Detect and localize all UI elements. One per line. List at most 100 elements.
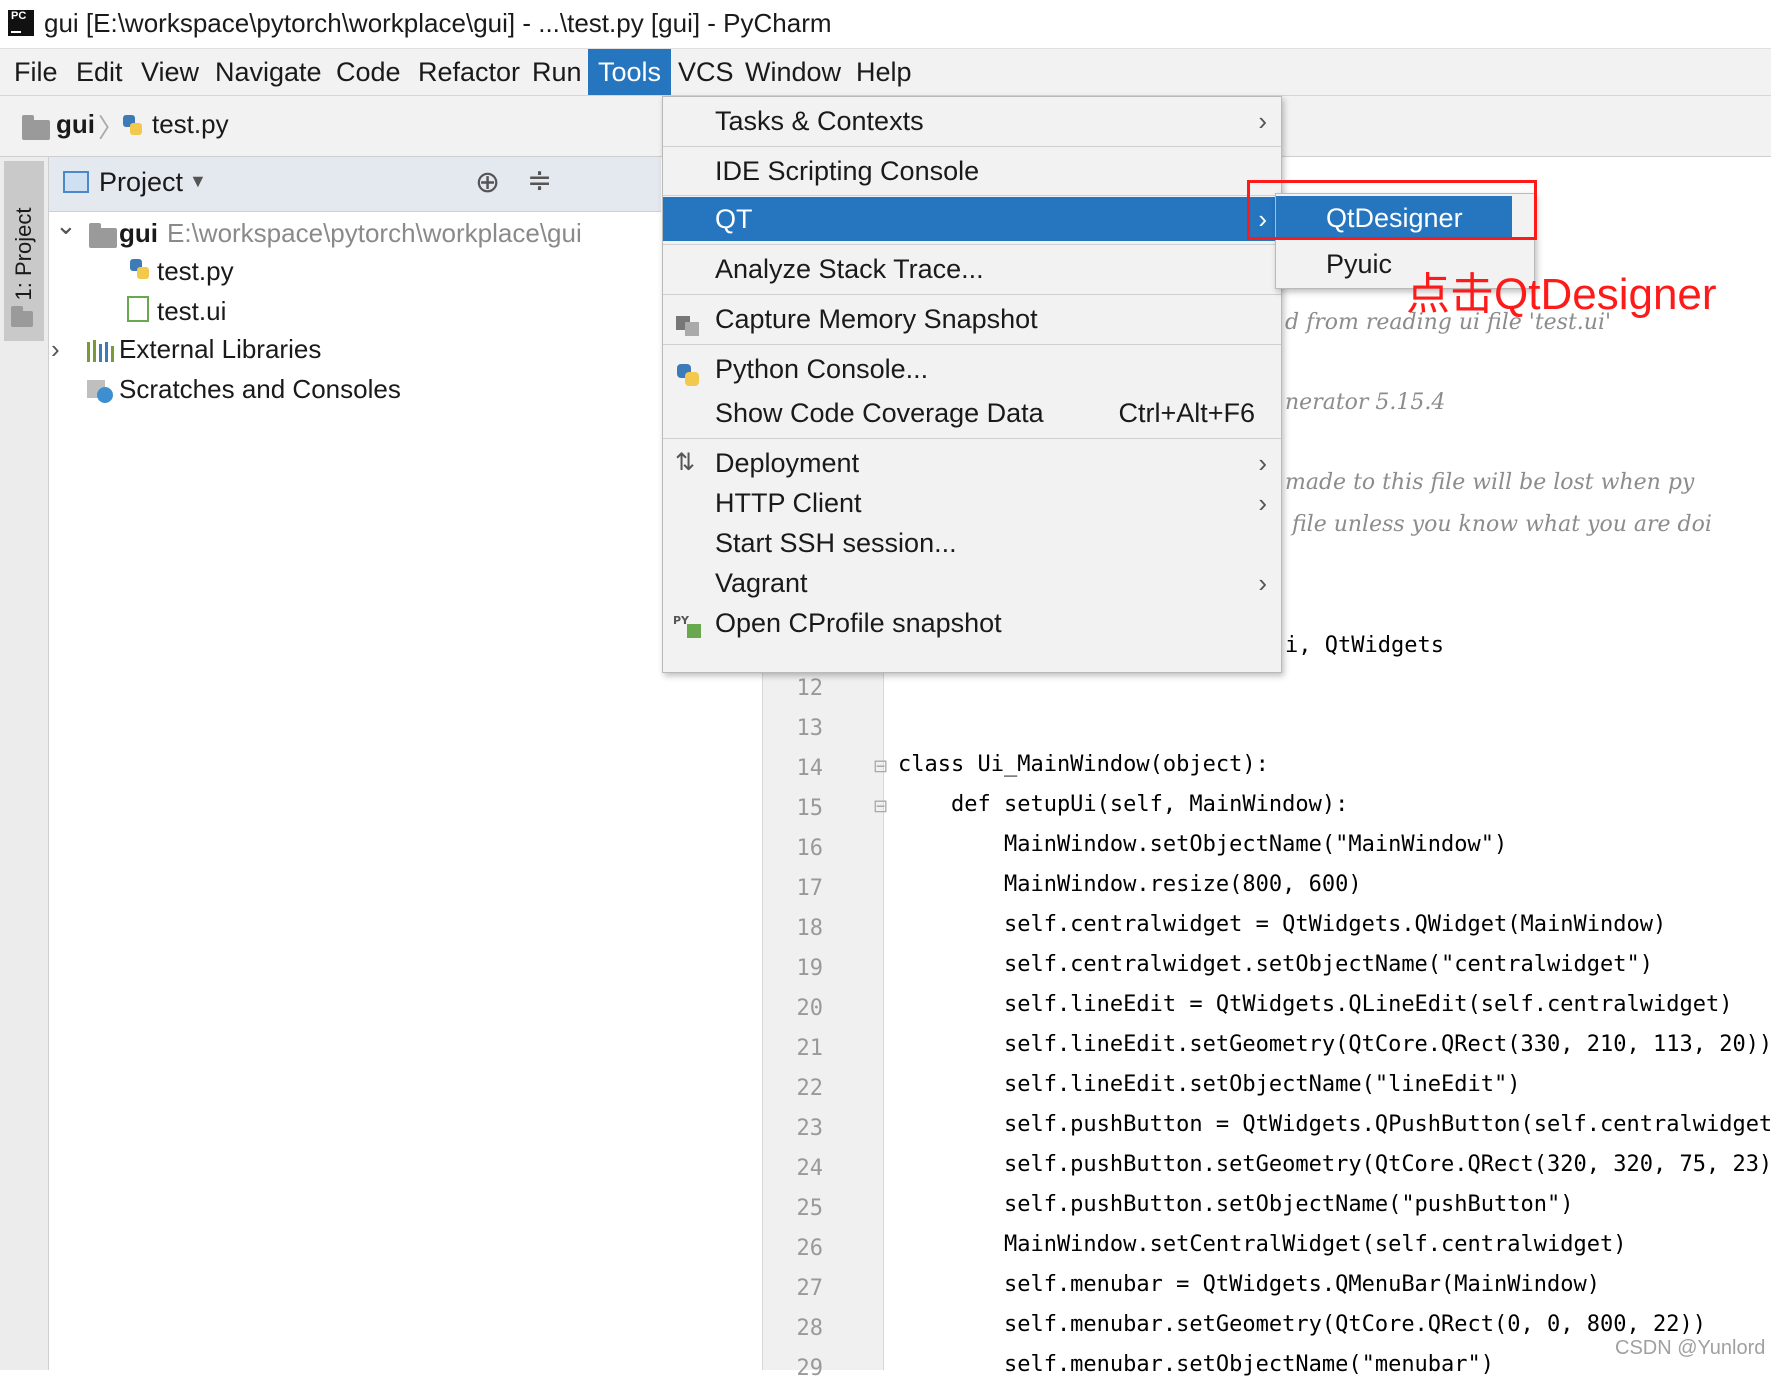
code-line: self.menubar.setGeometry(QtCore.QRect(0,…: [898, 1312, 1706, 1337]
tree-item-external-libraries[interactable]: External Libraries: [119, 334, 321, 365]
menu-navigate[interactable]: Navigate: [205, 49, 332, 95]
menu-item-http-client[interactable]: HTTP Client ›: [663, 481, 1281, 525]
code-line: self.centralwidget = QtWidgets.QWidget(M…: [898, 912, 1667, 937]
menu-item-label: Deployment: [715, 448, 860, 478]
python-icon: [675, 357, 701, 386]
menu-separator: [663, 344, 1281, 345]
menu-item-label: Tasks & Contexts: [715, 106, 924, 136]
tree-root-path: E:\workspace\pytorch\workplace\gui: [167, 218, 582, 248]
collapse-all-icon[interactable]: ≑: [527, 163, 552, 198]
editor-gutter: 12 13 14 15 16 17 18 19 20 21 22 23 24 2…: [762, 660, 888, 1381]
code-line: MainWindow.resize(800, 600): [898, 872, 1362, 897]
menu-separator: [663, 294, 1281, 295]
folder-icon: [11, 306, 33, 327]
menu-item-ide-scripting-console[interactable]: IDE Scripting Console: [663, 149, 1281, 193]
tree-item-test-ui[interactable]: test.ui: [157, 296, 226, 327]
menu-code[interactable]: Code: [326, 49, 411, 95]
code-line: MainWindow.setObjectName("MainWindow"): [898, 832, 1508, 857]
menu-file[interactable]: File: [4, 49, 68, 95]
deployment-icon: ⇅: [675, 449, 696, 476]
menu-view[interactable]: View: [131, 49, 209, 95]
menu-separator: [663, 438, 1281, 439]
line-number: 20: [796, 996, 824, 1021]
code-line: self.menubar = QtWidgets.QMenuBar(MainWi…: [898, 1272, 1600, 1297]
menu-item-start-ssh-session[interactable]: Start SSH session...: [663, 521, 1281, 565]
line-number: 23: [796, 1116, 824, 1141]
code-comment: nerator 5.15.4: [1285, 390, 1446, 415]
tree-item-test-py[interactable]: test.py: [157, 256, 234, 287]
menu-vcs[interactable]: VCS: [668, 49, 744, 95]
project-tree: ⌄ gui E:\workspace\pytorch\workplace\gui…: [49, 210, 661, 1370]
line-number: 25: [796, 1196, 824, 1221]
breadcrumb-separator-icon: 〉: [98, 113, 125, 143]
scratches-icon: [87, 380, 115, 404]
menu-item-label: Open CProfile snapshot: [715, 608, 1002, 638]
code-line: self.pushButton = QtWidgets.QPushButton(…: [898, 1112, 1771, 1137]
menu-edit[interactable]: Edit: [66, 49, 133, 95]
menu-tools[interactable]: Tools: [588, 49, 672, 95]
menu-item-label: Capture Memory Snapshot: [715, 304, 1038, 334]
tree-root-name[interactable]: gui: [119, 218, 158, 249]
chevron-down-icon[interactable]: ▼: [189, 171, 207, 192]
code-fragment: i, QtWidgets: [1285, 633, 1444, 658]
code-line: def setupUi(self, MainWindow):: [898, 792, 1349, 817]
menu-item-show-code-coverage[interactable]: Show Code Coverage Data Ctrl+Alt+F6: [663, 391, 1281, 435]
watermark: CSDN @Yunlord: [1615, 1337, 1766, 1359]
line-number: 17: [796, 876, 824, 901]
menu-item-analyze-stack-trace[interactable]: Analyze Stack Trace...: [663, 247, 1281, 291]
line-number: 29: [796, 1356, 824, 1381]
chevron-right-icon: ›: [1258, 448, 1267, 478]
menu-bar: File Edit View Navigate Code Refactor Ru…: [0, 49, 1771, 96]
line-number: 21: [796, 1036, 824, 1061]
line-number: 22: [796, 1076, 824, 1101]
fold-icon[interactable]: ⊟: [873, 796, 888, 817]
menu-run[interactable]: Run: [522, 49, 592, 95]
menu-help[interactable]: Help: [846, 49, 922, 95]
menu-item-label: Vagrant: [715, 568, 808, 598]
code-line: self.centralwidget.setObjectName("centra…: [898, 952, 1653, 977]
annotation-highlight-box: [1247, 180, 1537, 240]
menu-separator: [663, 195, 1281, 196]
menu-item-qt[interactable]: QT ›: [663, 197, 1281, 241]
menu-window[interactable]: Window: [735, 49, 851, 95]
line-number: 12: [796, 676, 824, 701]
menu-item-tasks-contexts[interactable]: Tasks & Contexts ›: [663, 99, 1281, 143]
project-view-icon: [63, 171, 89, 193]
menu-item-capture-memory-snapshot[interactable]: Capture Memory Snapshot: [663, 297, 1281, 341]
tools-menu: Tasks & Contexts › IDE Scripting Console…: [662, 96, 1282, 673]
title-bar: PC gui [E:\workspace\pytorch\workplace\g…: [0, 0, 1771, 49]
line-number: 19: [796, 956, 824, 981]
menu-item-label: Analyze Stack Trace...: [715, 254, 984, 284]
annotation-text: 点击QtDesigner: [1406, 270, 1717, 319]
folder-icon: [89, 223, 117, 248]
menu-item-label: Show Code Coverage Data: [715, 398, 1044, 428]
chevron-right-icon: ›: [1258, 106, 1267, 136]
chevron-right-icon[interactable]: ›: [51, 334, 60, 365]
memory-snapshot-icon: [675, 307, 701, 336]
tree-item-scratches[interactable]: Scratches and Consoles: [119, 374, 401, 405]
project-tool-tab[interactable]: 1: Project: [4, 161, 44, 341]
locate-icon[interactable]: ⊕: [475, 165, 500, 200]
menu-item-label: IDE Scripting Console: [715, 156, 980, 186]
menu-item-python-console[interactable]: Python Console...: [663, 347, 1281, 391]
line-number: 13: [796, 716, 824, 741]
python-file-icon: [122, 114, 144, 138]
project-view-selector[interactable]: Project: [99, 167, 183, 198]
line-number: 15: [796, 796, 824, 821]
code-line: self.lineEdit.setObjectName("lineEdit"): [898, 1072, 1521, 1097]
chevron-down-icon[interactable]: ⌄: [55, 210, 77, 241]
cprofile-icon: PY: [673, 609, 703, 638]
menu-item-open-cprofile-snapshot[interactable]: PY Open CProfile snapshot: [663, 601, 1281, 645]
menu-item-vagrant[interactable]: Vagrant ›: [663, 561, 1281, 605]
menu-item-deployment[interactable]: ⇅ Deployment ›: [663, 441, 1281, 485]
breadcrumb-file[interactable]: test.py: [152, 109, 229, 140]
window-title: gui [E:\workspace\pytorch\workplace\gui]…: [44, 8, 832, 38]
menu-refactor[interactable]: Refactor: [408, 49, 530, 95]
line-number: 18: [796, 916, 824, 941]
fold-icon[interactable]: ⊟: [873, 756, 888, 777]
breadcrumb-project[interactable]: gui: [56, 109, 95, 140]
line-number: 27: [796, 1276, 824, 1301]
code-comment: file unless you know what you are doi: [1285, 512, 1712, 537]
library-icon: [87, 340, 115, 362]
menu-item-label: QT: [715, 204, 753, 234]
